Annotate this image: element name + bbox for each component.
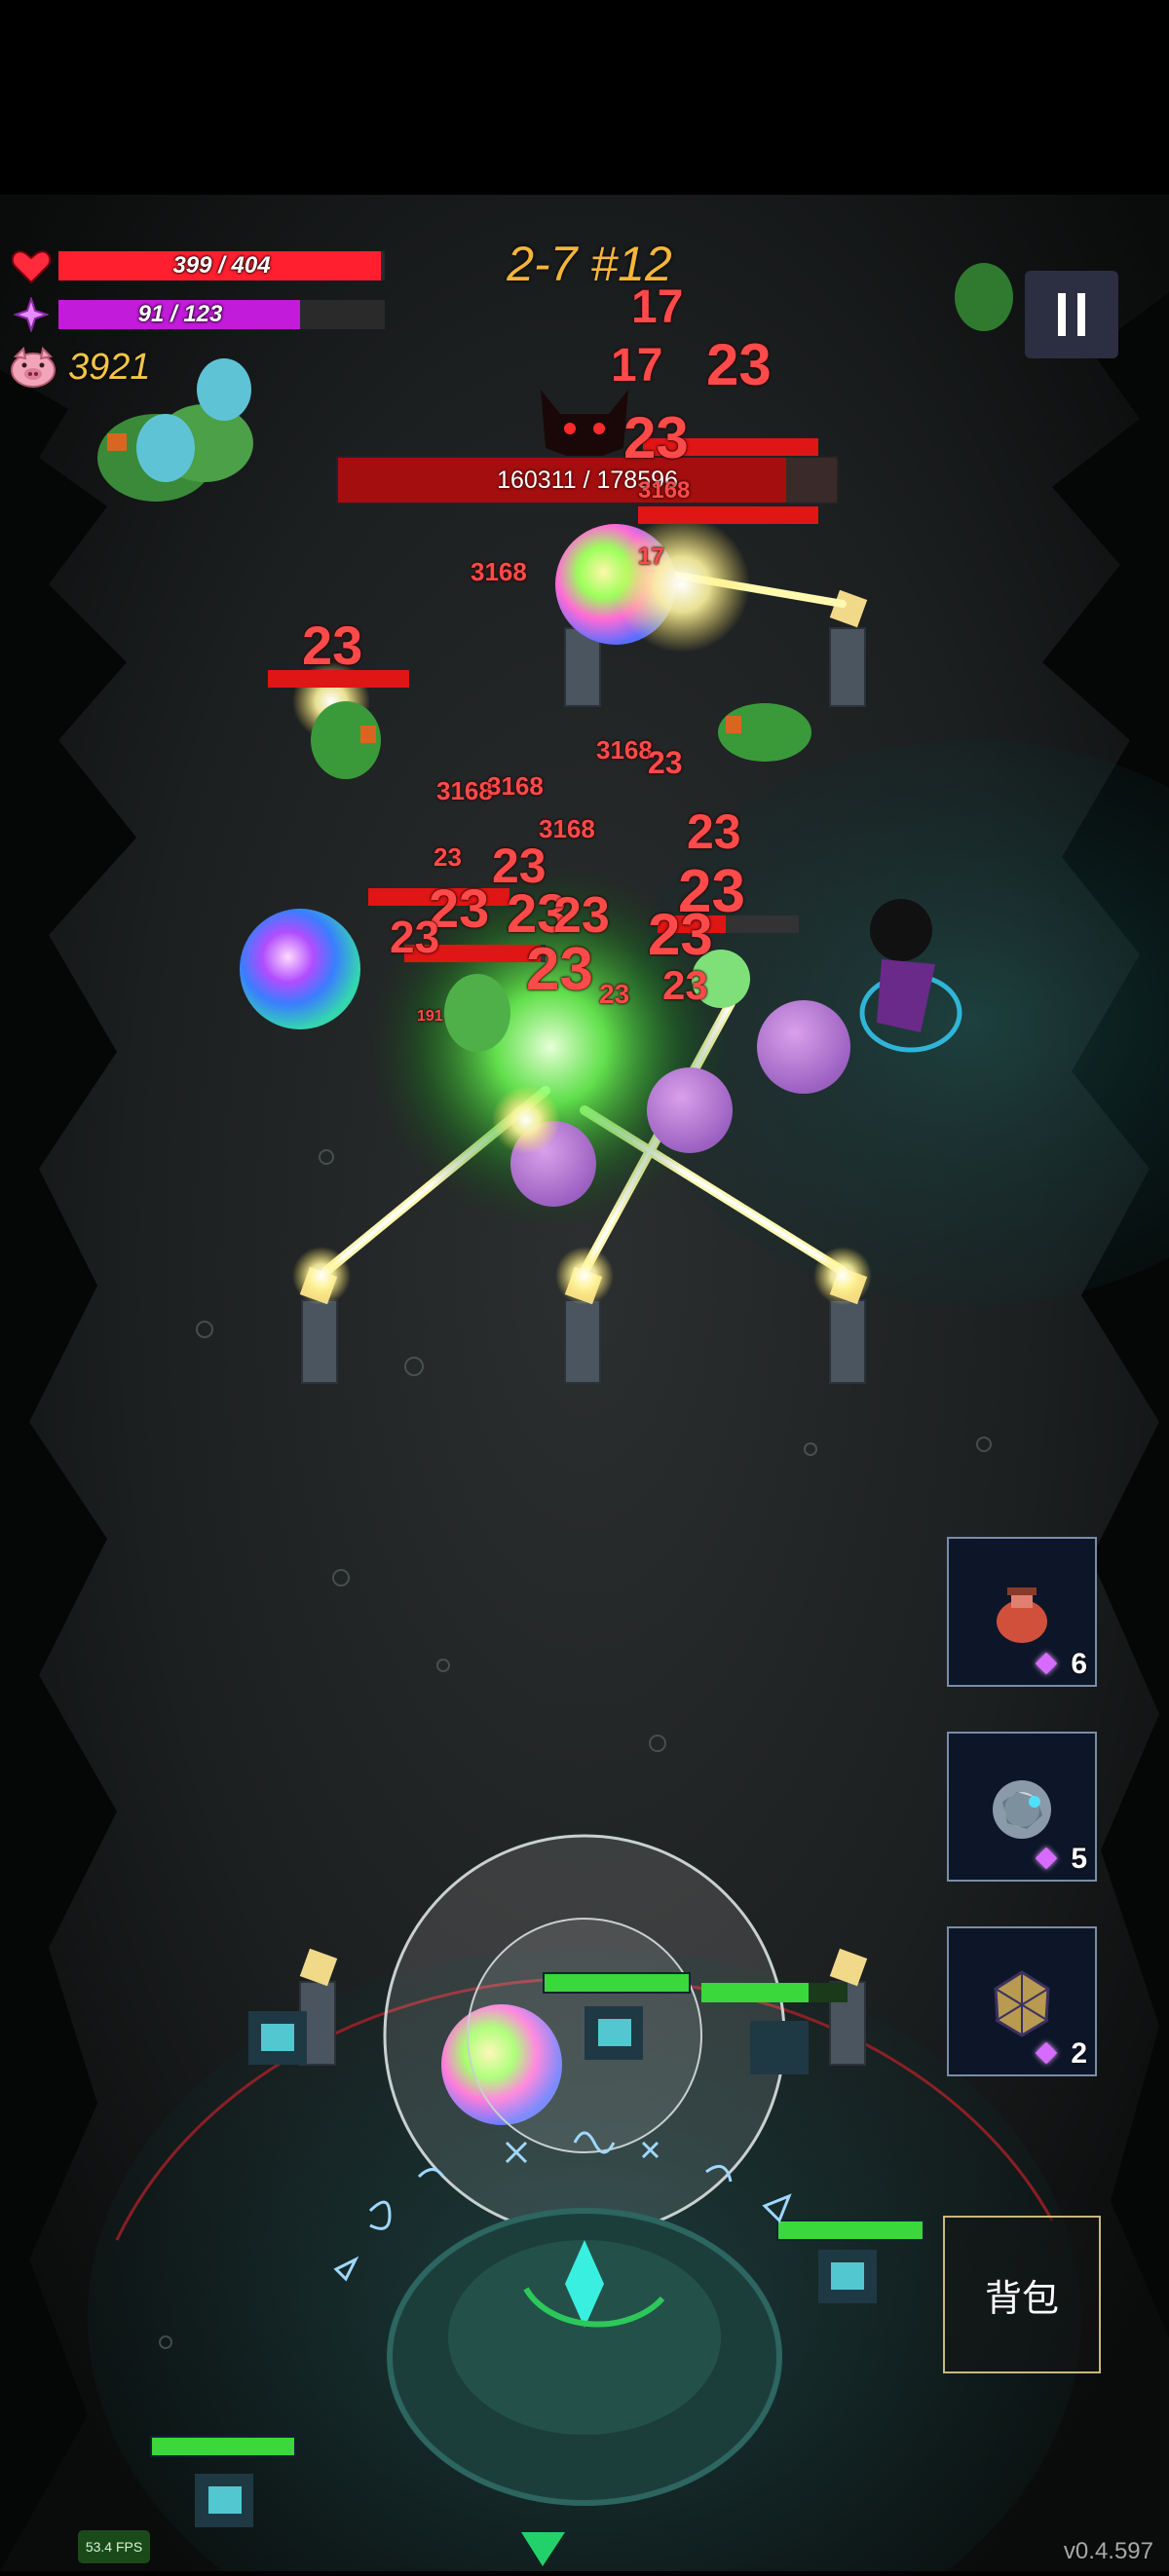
item-count: 5 — [1071, 1843, 1087, 1875]
damage-number: 17 — [638, 543, 664, 570]
health-text: 399 / 404 — [172, 252, 271, 279]
damage-number: 23 — [706, 332, 772, 397]
battlefield — [0, 195, 1169, 2576]
damage-number: 17 — [611, 340, 663, 392]
boss-health-bar: 160311 / 178596 — [336, 456, 839, 504]
rainbow-orb — [240, 909, 360, 1029]
diamond-gem-icon — [12, 295, 51, 334]
health-icon — [11, 249, 52, 284]
damage-number: 23 — [648, 902, 713, 967]
purple-orb — [757, 1000, 850, 1094]
fps-counter: 53.4 FPS — [78, 2530, 150, 2563]
damage-number: 23 — [662, 962, 708, 1008]
damage-number: 23 — [599, 979, 630, 1009]
boss-health-text: 160311 / 178596 — [497, 467, 678, 494]
version-label: v0.4.597 — [1063, 2538, 1153, 2564]
purple-orb — [647, 1067, 733, 1153]
damage-number: 23 — [390, 912, 440, 962]
pig-icon — [11, 347, 56, 388]
damage-number: 23 — [687, 804, 741, 859]
mana-icon — [12, 295, 51, 334]
game-scene: 399 / 404 91 / 123 3921 2-7 #12 160311 / — [0, 0, 1169, 2576]
item-slot-stone[interactable]: 5 — [947, 1732, 1097, 1882]
health-bar: 399 / 404 — [58, 251, 385, 280]
item-count: 6 — [1071, 1648, 1087, 1680]
item-slot-potion[interactable]: 6 — [947, 1537, 1097, 1687]
damage-number: 23 — [648, 745, 683, 780]
backpack-label: 背包 — [984, 2276, 1059, 2320]
mana-text: 91 / 123 — [137, 301, 223, 327]
damage-number: 3168 — [436, 776, 493, 805]
damage-number: 3168 — [596, 735, 653, 765]
pause-button[interactable] — [1025, 271, 1118, 358]
mana-bar: 91 / 123 — [58, 300, 385, 329]
heart-icon — [11, 250, 52, 284]
damage-number: 23 — [623, 405, 689, 470]
damage-number: 23 — [526, 936, 593, 1003]
damage-number: 3168 — [539, 814, 595, 843]
damage-number: 3168 — [471, 557, 527, 586]
damage-number: 191 — [417, 1008, 443, 1025]
damage-number: 23 — [302, 615, 363, 676]
item-count: 2 — [1071, 2037, 1087, 2070]
pause-icon — [1058, 293, 1085, 336]
backpack-button[interactable]: 背包 — [943, 2216, 1101, 2373]
item-slot-polyhedron[interactable]: 2 — [947, 1926, 1097, 2076]
fps-text: 53.4 FPS — [85, 2539, 143, 2555]
damage-number: 3168 — [638, 477, 691, 504]
damage-number: 3168 — [487, 771, 544, 801]
coin-count: 3921 — [68, 346, 151, 388]
damage-number: 23 — [434, 842, 462, 872]
damage-number: 17 — [631, 281, 684, 333]
coin-counter: 3921 — [10, 343, 151, 392]
